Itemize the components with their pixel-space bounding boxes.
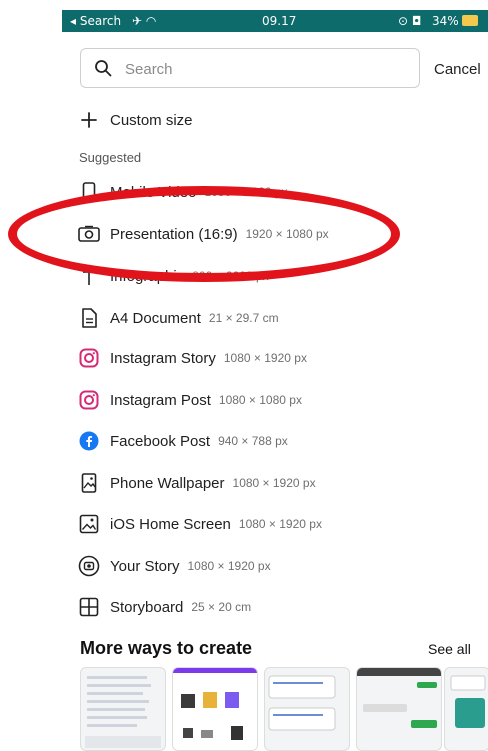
infographic-icon (78, 265, 100, 287)
search-input[interactable] (123, 58, 407, 80)
instagram-icon (78, 389, 100, 411)
search-icon (95, 60, 112, 77)
battery-icon (462, 15, 478, 26)
item-dimensions: 1920 × 1080 px (245, 227, 329, 241)
see-all-link[interactable]: See all (428, 641, 471, 657)
item-label: Instagram Story (110, 349, 216, 367)
item-label: Phone Wallpaper (110, 474, 225, 492)
item-label: Storyboard (110, 598, 184, 616)
item-dimensions: 1080 × 1920 px (223, 351, 307, 365)
search-field[interactable] (80, 48, 420, 88)
wallpaper-icon (78, 472, 100, 494)
item-dimensions: 25 × 20 cm (191, 600, 252, 614)
cancel-button[interactable]: Cancel (434, 61, 481, 78)
template-thumbnail[interactable] (264, 667, 350, 751)
list-item-ios-home-screen[interactable]: iOS Home Screen 1080 × 1920 px (78, 512, 322, 536)
storyboard-icon (78, 596, 100, 618)
item-dimensions: 940 × 788 px (218, 434, 288, 448)
item-dimensions: 21 × 29.7 cm (208, 311, 279, 325)
status-back-label[interactable]: ◂ Search (70, 14, 121, 28)
plus-icon (78, 109, 100, 131)
item-dimensions: 800 × 2000 px (192, 269, 269, 283)
list-item-facebook-post[interactable]: Facebook Post 940 × 788 px (78, 429, 288, 453)
list-item-your-story[interactable]: Your Story 1080 × 1920 px (78, 554, 271, 578)
item-dimensions: 1080 × 1920 px (187, 559, 271, 573)
item-label: Instagram Post (110, 391, 211, 409)
more-ways-heading: More ways to create (80, 638, 253, 658)
item-label: iOS Home Screen (110, 515, 231, 533)
custom-size-label: Custom size (110, 111, 193, 129)
item-label: Presentation (16:9) (110, 225, 238, 243)
battery-label: 34% (432, 14, 459, 28)
item-label: A4 Document (110, 309, 201, 327)
suggested-heading: Suggested (79, 150, 142, 165)
list-item-instagram-story[interactable]: Instagram Story 1080 × 1920 px (78, 346, 307, 370)
facebook-icon (78, 430, 100, 452)
list-item-presentation[interactable]: Presentation (16:9) 1920 × 1080 px (78, 222, 329, 246)
list-item-infographic[interactable]: Infographic 800 × 2000 px (78, 264, 269, 288)
document-icon (78, 307, 100, 329)
list-item-storyboard[interactable]: Storyboard 25 × 20 cm (78, 595, 251, 619)
item-dimensions: 1080 × 1920 px (232, 476, 316, 490)
list-item-mobile-video[interactable]: Mobile Video 1080 × 1920 px (78, 180, 288, 204)
status-time: 09.17 (262, 14, 297, 28)
template-thumbnail[interactable] (80, 667, 166, 751)
instagram-icon (78, 347, 100, 369)
template-thumbnail[interactable] (444, 667, 488, 751)
presentation-icon (78, 223, 100, 245)
airplane-icon: ✈ ◠ (132, 14, 157, 28)
item-dimensions: 1080 × 1920 px (238, 517, 322, 531)
item-label: Facebook Post (110, 432, 211, 450)
list-item-instagram-post[interactable]: Instagram Post 1080 × 1080 px (78, 388, 302, 412)
custom-size-button[interactable]: Custom size (78, 108, 193, 132)
list-item-phone-wallpaper[interactable]: Phone Wallpaper 1080 × 1920 px (78, 471, 316, 495)
item-label: Infographic (110, 267, 185, 285)
template-thumbnail[interactable] (356, 667, 442, 751)
image-icon (78, 513, 100, 535)
template-thumbnail[interactable] (172, 667, 258, 751)
phone-icon (78, 181, 100, 203)
status-bar: ◂ Search ✈ ◠ 09.17 ⊙ ◘ 34% (62, 10, 488, 32)
item-label: Mobile Video (110, 183, 197, 201)
story-icon (78, 555, 100, 577)
lock-icon: ⊙ ◘ (398, 14, 422, 28)
item-dimensions: 1080 × 1080 px (218, 393, 302, 407)
list-item-a4-document[interactable]: A4 Document 21 × 29.7 cm (78, 306, 279, 330)
item-label: Your Story (110, 557, 180, 575)
item-dimensions: 1080 × 1920 px (204, 185, 288, 199)
